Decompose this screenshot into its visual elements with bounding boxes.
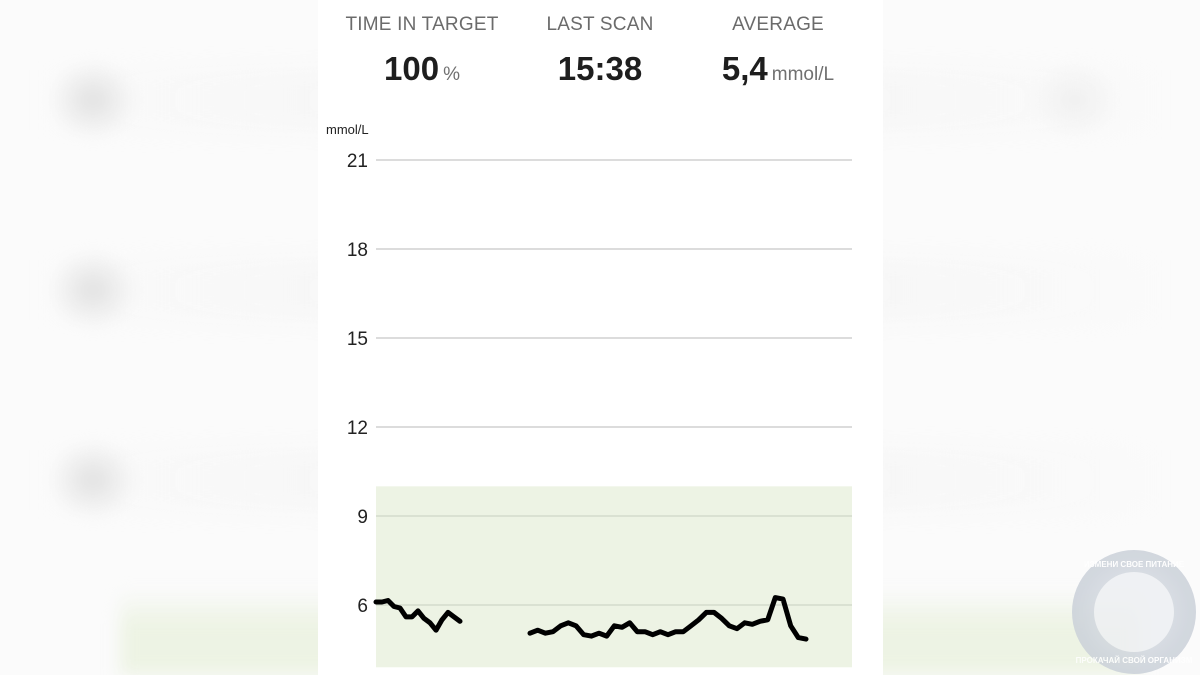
y-tick-label-9: 9 — [357, 507, 368, 528]
y-tick-label-15: 15 — [347, 329, 368, 350]
y-tick-label-6: 6 — [357, 596, 368, 617]
watermark-bottom-text: ПРОКАЧАЙ СВОЙ ОРГАНИЗМ — [1075, 656, 1193, 665]
bodybuilder-logo-icon — [1094, 572, 1174, 652]
glucose-chart: 21 18 15 12 9 6 mmol/L — [326, 122, 852, 668]
target-range-band — [376, 486, 852, 668]
y-axis-labels: 21 18 15 12 9 6 — [347, 151, 368, 617]
watermark-logo: ИЗМЕНИ СВОЕ ПИТАНИЕ ПРОКАЧАЙ СВОЙ ОРГАНИ… — [1072, 550, 1196, 674]
y-axis-unit-label: mmol/L — [326, 122, 369, 137]
y-tick-label-12: 12 — [347, 418, 368, 439]
y-tick-label-18: 18 — [347, 240, 368, 261]
y-tick-label-21: 21 — [347, 151, 368, 172]
watermark-top-text: ИЗМЕНИ СВОЕ ПИТАНИЕ — [1083, 560, 1185, 569]
